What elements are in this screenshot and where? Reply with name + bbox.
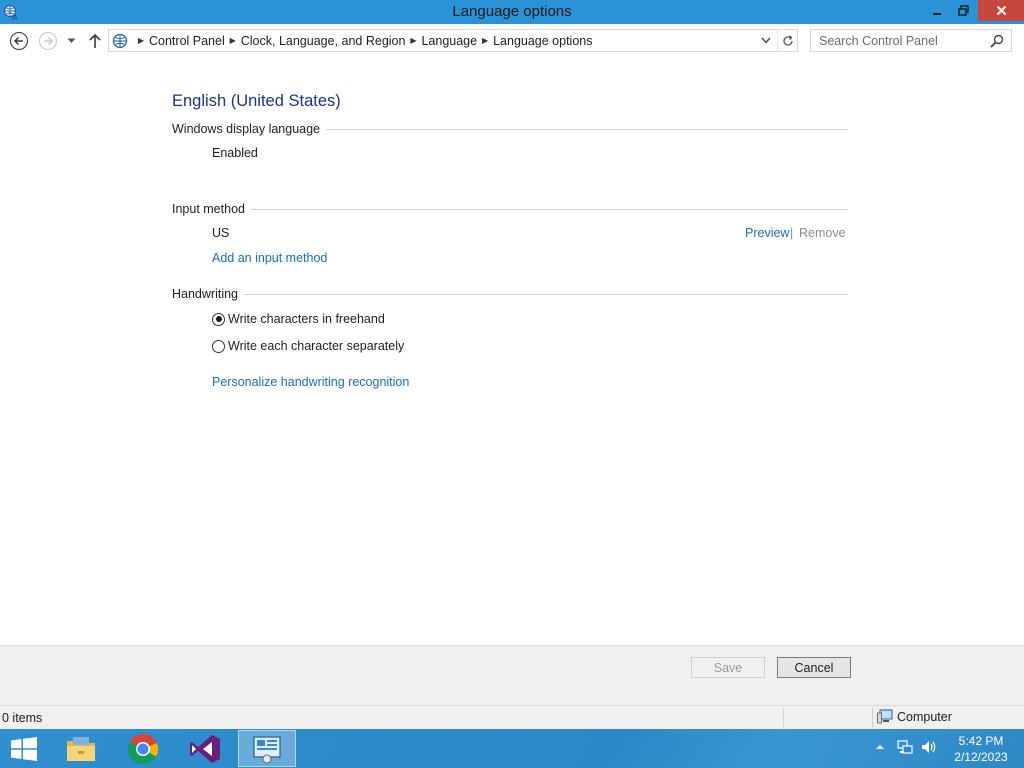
breadcrumb-control-panel[interactable]: Control Panel xyxy=(149,34,225,48)
search-icon[interactable] xyxy=(989,33,1005,49)
windows-start-icon[interactable] xyxy=(10,737,38,761)
minimize-button[interactable] xyxy=(924,0,950,21)
personalize-handwriting-link[interactable]: Personalize handwriting recognition xyxy=(212,375,409,389)
navigation-bar: ▶ Control Panel ▶ Clock, Language, and R… xyxy=(0,24,1024,58)
breadcrumb: ▶ Control Panel ▶ Clock, Language, and R… xyxy=(109,30,593,51)
taskbar-control-panel[interactable] xyxy=(238,730,296,767)
recent-locations-button[interactable] xyxy=(62,30,80,52)
remove-link: Remove xyxy=(799,226,846,240)
status-divider xyxy=(872,708,873,727)
refresh-icon xyxy=(782,34,793,46)
network-icon[interactable] xyxy=(897,739,913,755)
radio-label[interactable]: Write characters in freehand xyxy=(228,312,385,326)
restore-button[interactable] xyxy=(950,0,976,21)
forward-button[interactable] xyxy=(37,30,59,52)
add-input-method-link[interactable]: Add an input method xyxy=(212,251,327,265)
breadcrumb-separator[interactable]: ▶ xyxy=(477,36,493,45)
location-label: Computer xyxy=(897,709,952,724)
language-title: English (United States) xyxy=(172,92,341,110)
control-panel-icon xyxy=(112,33,128,48)
minimize-icon xyxy=(933,12,941,15)
clock-time: 5:42 PM xyxy=(958,734,1004,748)
clock-date: 2/12/2023 xyxy=(954,750,1008,764)
title-bar: A Language options xyxy=(0,0,1024,24)
radio-write-separately[interactable]: Write each character separately xyxy=(212,338,404,354)
taskbar: 5:42 PM 2/12/2023 xyxy=(0,729,1024,768)
forward-arrow-icon xyxy=(38,31,58,51)
refresh-button[interactable] xyxy=(777,30,797,51)
up-arrow-icon xyxy=(89,33,101,48)
section-divider xyxy=(326,129,848,130)
file-explorer-icon xyxy=(67,736,95,761)
input-method-us: US xyxy=(212,226,230,240)
breadcrumb-language[interactable]: Language xyxy=(421,34,477,48)
window-title: Language options xyxy=(452,3,572,20)
close-icon xyxy=(996,5,1006,16)
input-method-section-header: Input method xyxy=(172,201,848,217)
display-language-section-header: Windows display language xyxy=(172,121,848,137)
visual-studio-icon xyxy=(190,734,220,763)
back-arrow-icon xyxy=(9,31,29,51)
taskbar-file-explorer[interactable] xyxy=(52,730,110,767)
main-content: English (United States) Windows display … xyxy=(0,58,1024,645)
breadcrumb-separator[interactable]: ▶ xyxy=(225,36,241,45)
handwriting-label: Handwriting xyxy=(172,287,239,301)
system-tray xyxy=(875,739,937,755)
cancel-button[interactable]: Cancel xyxy=(777,657,851,678)
radio-button[interactable] xyxy=(212,339,225,353)
section-divider xyxy=(250,209,848,210)
close-button[interactable] xyxy=(978,0,1024,21)
taskbar-clock[interactable]: 5:42 PM 2/12/2023 xyxy=(950,733,1012,765)
display-language-label: Windows display language xyxy=(172,122,321,136)
input-method-label: Input method xyxy=(172,202,245,216)
section-divider xyxy=(244,294,848,295)
chrome-icon xyxy=(127,733,159,764)
status-bar: 0 items Computer xyxy=(0,705,1024,729)
radio-button-checked[interactable] xyxy=(212,312,225,326)
button-bar: Save Cancel xyxy=(0,645,1024,705)
breadcrumb-separator[interactable]: ▶ xyxy=(405,36,421,45)
address-dropdown-button[interactable] xyxy=(757,30,775,51)
chevron-down-icon xyxy=(67,38,75,43)
back-button[interactable] xyxy=(8,30,30,52)
item-count: 0 items xyxy=(2,711,43,725)
up-button[interactable] xyxy=(84,30,106,52)
volume-icon[interactable] xyxy=(921,739,937,755)
radio-label[interactable]: Write each character separately xyxy=(228,339,404,353)
handwriting-section-header: Handwriting xyxy=(172,286,848,302)
taskbar-visual-studio[interactable] xyxy=(176,730,234,767)
save-button[interactable]: Save xyxy=(691,657,765,678)
status-divider xyxy=(783,708,784,727)
breadcrumb-separator[interactable]: ▶ xyxy=(133,36,149,45)
link-separator: | xyxy=(790,226,794,240)
computer-icon xyxy=(877,709,893,724)
chevron-down-icon xyxy=(761,37,771,44)
status-location: Computer xyxy=(877,709,952,724)
display-language-status: Enabled xyxy=(212,146,258,160)
control-panel-icon xyxy=(253,735,281,763)
show-hidden-icons-icon[interactable] xyxy=(875,743,885,751)
search-box[interactable] xyxy=(810,29,1012,52)
restore-icon xyxy=(957,5,969,16)
address-bar[interactable]: ▶ Control Panel ▶ Clock, Language, and R… xyxy=(108,29,798,52)
taskbar-chrome[interactable] xyxy=(114,730,172,767)
preview-link[interactable]: Preview xyxy=(745,226,789,240)
breadcrumb-language-options[interactable]: Language options xyxy=(493,34,592,48)
search-input[interactable] xyxy=(811,30,987,51)
breadcrumb-clock-language-region[interactable]: Clock, Language, and Region xyxy=(241,34,406,48)
radio-write-freehand[interactable]: Write characters in freehand xyxy=(212,311,385,327)
